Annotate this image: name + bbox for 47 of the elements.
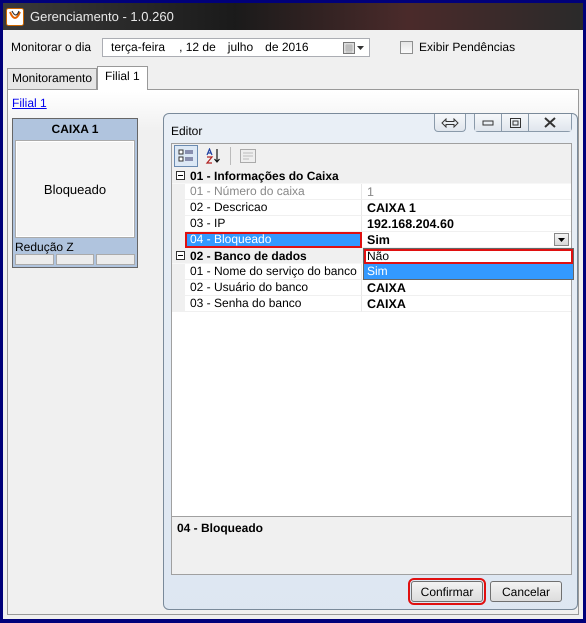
dropdown-option[interactable]: Não <box>364 249 573 264</box>
property-value: CAIXA 1 <box>367 200 416 214</box>
double-arrow-icon <box>441 118 459 128</box>
close-icon <box>544 117 556 128</box>
property-name[interactable]: 01 - Nome do serviço do banco <box>185 264 362 280</box>
reduction-label: Redução Z <box>15 240 75 254</box>
description-title: 04 - Bloqueado <box>177 521 264 535</box>
property-value: 192.168.204.60 <box>367 216 454 230</box>
branch-link[interactable]: Filial 1 <box>12 96 47 110</box>
sort-icon <box>205 148 221 164</box>
window-title: Gerenciamento - 1.0.260 <box>30 9 174 24</box>
property-name[interactable]: 03 - Senha do banco <box>185 296 362 312</box>
row-gutter <box>172 296 185 312</box>
cashier-title: CAIXA 1 <box>50 121 100 138</box>
dialog-button[interactable]: Confirmar <box>411 581 483 602</box>
property-name[interactable]: 02 - Descricao <box>185 200 362 216</box>
date-label: Monitorar o dia <box>11 40 92 54</box>
property-value: Sim <box>367 232 390 246</box>
minimize-icon <box>482 120 494 126</box>
maximize-button[interactable] <box>502 114 529 132</box>
dialog-button[interactable]: Cancelar <box>490 581 562 602</box>
minimize-button[interactable] <box>474 114 502 132</box>
tab[interactable]: Filial 1 <box>97 66 148 90</box>
dropdown-button[interactable] <box>554 233 569 246</box>
checkbox[interactable] <box>400 40 414 54</box>
maximize-icon <box>510 118 520 128</box>
category-title: 02 - Banco de dados <box>190 248 307 262</box>
checkbox-label: Exibir Pendências <box>419 40 516 54</box>
date-picker[interactable]: terça-feira , 12 de julho de 2016 <box>102 38 370 56</box>
collapse-icon[interactable] <box>176 251 185 260</box>
property-value: CAIXA <box>367 280 406 294</box>
property-value: CAIXA <box>367 296 406 310</box>
caret-icon <box>558 238 565 242</box>
tab[interactable]: Monitoramento <box>7 68 98 89</box>
category-title: 01 - Informações do Caixa <box>190 168 339 182</box>
calendar-dropdown-icon[interactable] <box>343 42 366 54</box>
categorized-button[interactable] <box>174 145 198 167</box>
collapse-icon[interactable] <box>176 171 185 180</box>
app-logo-icon <box>6 8 24 26</box>
close-button[interactable] <box>529 114 572 132</box>
property-name[interactable]: 02 - Usuário do banco <box>185 280 362 296</box>
status-button[interactable]: Bloqueado <box>15 140 135 238</box>
categorized-list-icon <box>178 148 194 164</box>
property-pages-icon <box>240 149 256 163</box>
resize-button[interactable] <box>434 114 466 132</box>
property-value: 1 <box>367 184 374 198</box>
editor-title: Editor <box>171 124 202 138</box>
